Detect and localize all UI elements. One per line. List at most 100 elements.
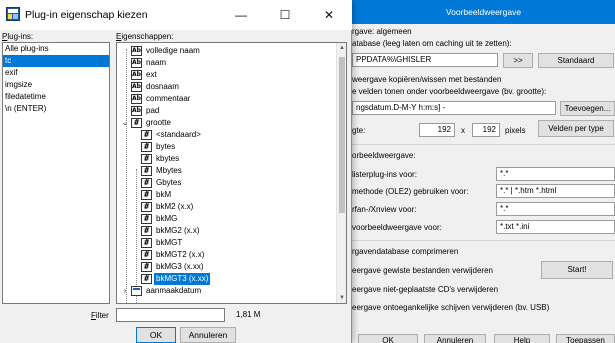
text-field-icon: Ab [131,46,142,56]
properties-label: Eigenschappen: [116,32,174,41]
plugin-list-item[interactable]: Alle plug-ins [3,43,109,55]
thumb-width-input[interactable]: 192 [419,123,455,137]
standard-button[interactable]: Standaard [538,53,614,68]
text-field-icon: Ab [131,106,142,116]
plugin-list-item[interactable]: exif [3,67,109,79]
compress-database-heading: rgavendatabase comprimeren [352,247,459,256]
tree-item-bkmgt3-selected[interactable]: # bkMGT3 (x.xx) [117,273,337,285]
tree-item-bkmg3[interactable]: # bkMG3 (x.xx) [117,261,337,273]
filter-input[interactable] [116,308,225,322]
title-bar[interactable]: Plug-in eigenschap kiezen — ☐ ✕ [0,0,352,30]
tree-item-bkmg[interactable]: # bkMG [117,213,337,225]
copy-delete-with-files-checkbox[interactable]: weergave kopiëren/wissen met bestanden [352,75,501,85]
tree-item-bkmgt2[interactable]: # bkMGT2 (x.x) [117,249,337,261]
lister-plugins-input[interactable]: *.* [496,167,615,181]
chevron-down-icon[interactable]: ⌄ [120,117,130,129]
text-field-icon: Ab [131,70,142,80]
close-button[interactable]: ✕ [307,0,351,30]
tree-item-bytes[interactable]: # bytes [117,141,337,153]
tree-item-mbytes[interactable]: # Mbytes [117,165,337,177]
number-field-icon: # [141,262,152,272]
size-label: gte: [352,126,366,135]
fields-per-type-button[interactable]: Velden per type [538,120,614,137]
plugin-list[interactable]: Alle plug-ins tc exif imgsize filedatetime \n… [2,42,110,304]
number-field-icon: # [141,250,152,260]
scrollbar-thumb[interactable] [339,57,345,213]
text-preview-input[interactable]: *.txt *.ini [496,220,615,234]
bg-cancel-button[interactable]: Annuleren [424,334,486,343]
tree-item-dosname[interactable]: Ab dosnaam [117,81,337,93]
tree-item-bkm[interactable]: # bkM [117,189,337,201]
tree-item-size-default[interactable]: # <standaard> [117,129,337,141]
fields-under-preview-input[interactable]: ngsdatum.D-M-Y h:m:s] - [352,101,556,115]
lister-plugins-checkbox[interactable]: listerplug-ins voor: [352,170,417,180]
app-icon [6,7,20,21]
irfan-xnview-input[interactable]: *.* [496,202,615,216]
tree-item-name[interactable]: Ab naam [117,57,337,69]
number-field-icon: # [131,118,142,128]
cancel-button[interactable]: Annuleren [180,327,236,343]
ole2-method-input[interactable]: *.* | *.htm *.html [496,184,615,198]
tree-item-bkm2[interactable]: # bkM2 (x.x) [117,201,337,213]
show-fields-label: e velden tonen onder voorbeeldweergave (… [352,87,547,96]
tree-item-full-name[interactable]: Ab volledige naam [117,45,337,57]
separator [352,240,615,241]
irfan-xnview-checkbox[interactable]: rfan-/Xnview voor: [352,205,416,215]
plugins-label: Plug-ins: [2,32,34,41]
number-field-icon: # [141,142,152,152]
remove-deleted-files-checkbox[interactable]: eergave gewiste bestanden verwijderen [352,266,493,276]
tree-item-gbytes[interactable]: # Gbytes [117,177,337,189]
bg-help-button[interactable]: Help [494,334,550,343]
pixels-label: pixels [505,126,526,135]
minimize-button[interactable]: — [219,0,263,30]
scroll-up-arrow-icon[interactable]: ▲ [337,43,346,53]
chevron-right-icon[interactable]: › [120,285,130,297]
property-tree[interactable]: Ab volledige naam Ab naam Ab ext Ab dosnaam … [116,42,347,304]
tree-item-kbytes[interactable]: # kbytes [117,153,337,165]
number-field-icon: # [141,130,152,140]
maximize-button[interactable]: ☐ [263,0,307,30]
number-field-icon: # [141,202,152,212]
number-field-icon: # [141,154,152,164]
tree-item-creation-date[interactable]: › aanmaakdatum [117,285,337,297]
plugin-list-item[interactable]: \n (ENTER) [3,103,109,115]
remove-inaccessible-drives-checkbox[interactable]: eergave ontoegankelijke schijven verwijd… [352,303,549,313]
number-field-icon: # [141,238,152,248]
thumb-height-input[interactable]: 192 [472,123,500,137]
remove-unplaced-cds-checkbox[interactable]: eergave niet-geplaatste CD's verwijderen [352,285,498,295]
vertical-scrollbar[interactable]: ▲ ▼ [336,43,346,303]
dialog-title: Plug-in eigenschap kiezen [25,9,148,21]
preview-heading: orbeeldweergave: [352,151,416,160]
separator [352,144,615,145]
start-button[interactable]: Start! [541,261,613,279]
number-field-icon: # [141,178,152,188]
tree-item-bkmg2[interactable]: # bkMG2 (x.x) [117,225,337,237]
number-field-icon: # [141,214,152,224]
database-path-label: atabase (leeg laten om caching uit te ze… [352,39,512,48]
tree-item-ext[interactable]: Ab ext [117,69,337,81]
date-field-icon [131,286,142,296]
size-readout: 1,81 M [236,310,261,319]
plugin-list-item[interactable]: imgsize [3,79,109,91]
ok-button[interactable]: OK [136,327,176,343]
plugin-list-item[interactable]: tc [3,55,109,67]
number-field-icon: # [141,274,152,284]
bg-apply-button[interactable]: Toepassen [556,334,615,343]
database-path-input[interactable]: PPDATA%\GHISLER [352,53,498,67]
section-heading-general: rgave: algemeen [352,27,412,36]
bg-ok-button[interactable]: OK [358,334,418,343]
number-field-icon: # [141,190,152,200]
add-field-button[interactable]: Toevoegen... [560,101,615,116]
plugin-list-item[interactable]: filedatetime [3,91,109,103]
browse-button[interactable]: >> [503,53,533,68]
background-window-title: Voorbeeldweergave [352,0,615,24]
tree-item-size[interactable]: ⌄ # grootte [117,117,337,129]
tree-item-comment[interactable]: Ab commentaar [117,93,337,105]
text-field-icon: Ab [131,58,142,68]
tree-item-bkmgt[interactable]: # bkMGT [117,237,337,249]
scroll-down-arrow-icon[interactable]: ▼ [337,293,346,303]
ole2-method-checkbox[interactable]: methode (OLE2) gebruiken voor: [352,187,469,197]
text-preview-checkbox[interactable]: voorbeeldweergave voor: [352,223,442,233]
text-field-icon: Ab [131,94,142,104]
tree-item-path[interactable]: Ab pad [117,105,337,117]
